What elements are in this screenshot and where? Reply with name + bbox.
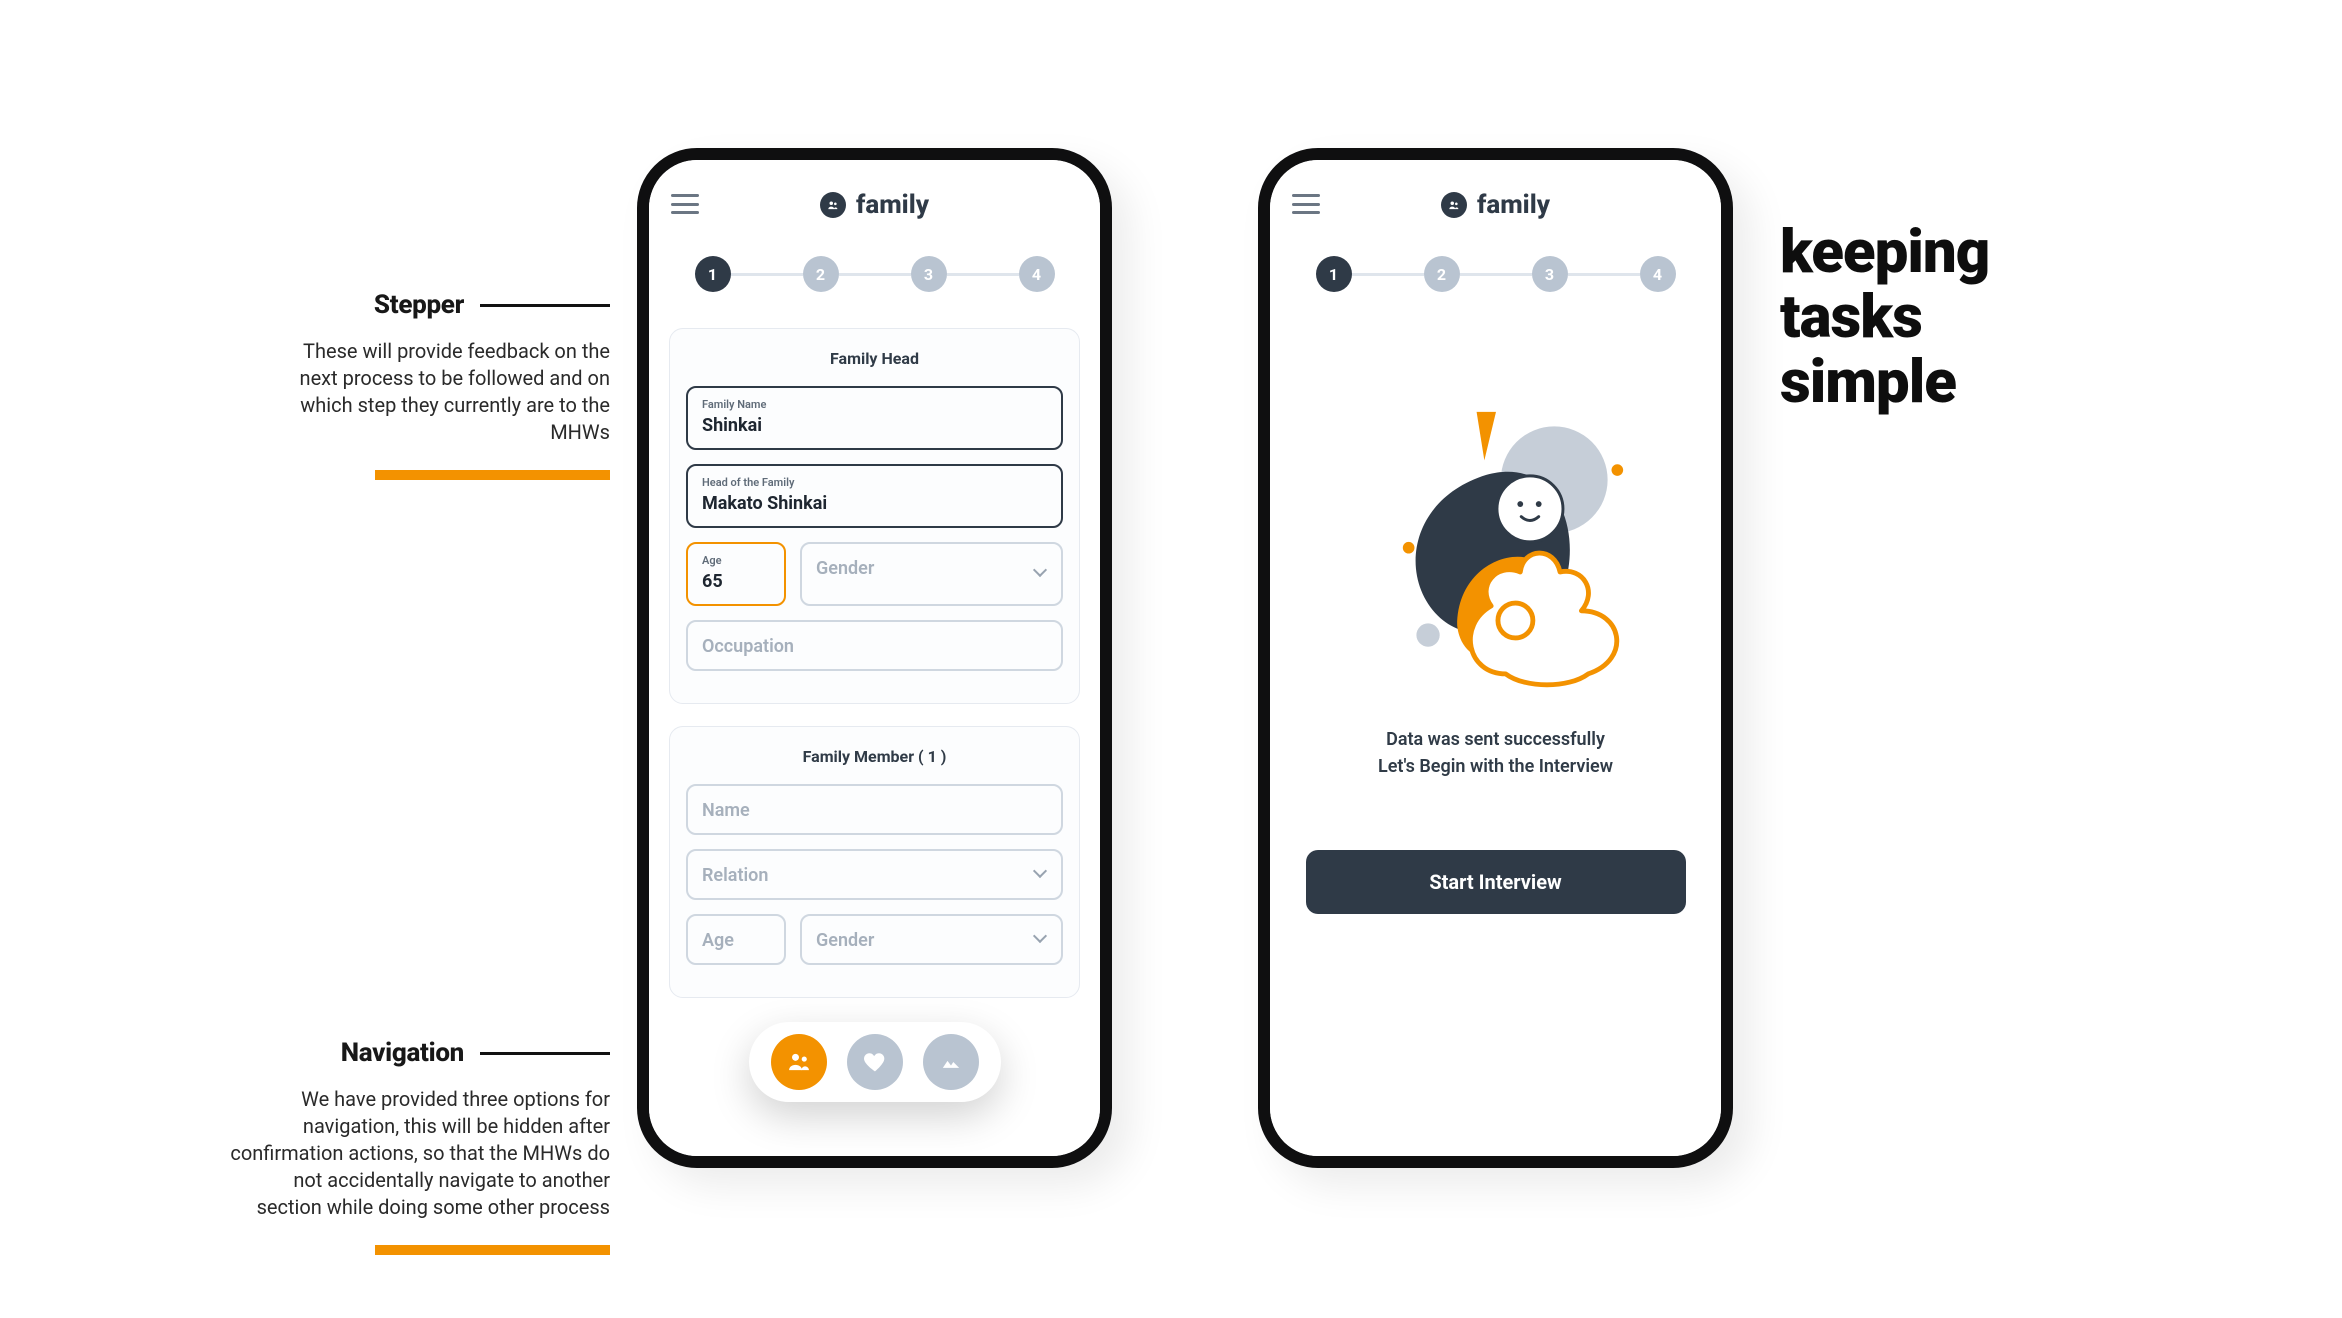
family-name-value: Shinkai [702,415,1047,436]
step-line [1352,273,1424,276]
head-value: Makato Shinkai [702,493,1047,514]
step-line [1568,273,1640,276]
hamburger-icon[interactable] [671,194,699,214]
card-family-head: Family Head Family Name Shinkai Head of … [669,328,1080,704]
stepper: 1 2 3 4 [1270,250,1721,318]
step-line [947,273,1019,276]
card-family-member: Family Member ( 1 ) Name Relation Age Ge… [669,726,1080,998]
screen-form: family 1 2 3 4 Family Head Family Name S… [649,160,1100,1156]
success-content: Data was sent successfully Let's Begin w… [1270,318,1721,1156]
step-1[interactable]: 1 [1316,256,1352,292]
family-name-label: Family Name [702,398,1047,411]
step-4[interactable]: 4 [1640,256,1676,292]
head-label: Head of the Family [702,476,1047,489]
stage: Stepper These will provide feedback on t… [0,0,2342,1318]
app-brand: family [1441,190,1550,220]
step-line [839,273,911,276]
age-label: Age [702,554,770,567]
phone-form: family 1 2 3 4 Family Head Family Name S… [637,148,1112,1168]
member-age-field[interactable]: Age [686,914,786,965]
annotation-rule [480,304,610,307]
chevron-down-icon [1035,868,1049,882]
member-relation-placeholder: Relation [702,865,1047,886]
head-field[interactable]: Head of the Family Makato Shinkai [686,464,1063,528]
heart-icon [861,1048,889,1076]
occupation-placeholder: Occupation [702,636,1047,657]
chevron-down-icon [1035,933,1049,947]
phone-success: family 1 2 3 4 [1258,148,1733,1168]
annotation-rule [480,1052,610,1055]
app-header: family [1270,160,1721,250]
success-text: Data was sent successfully Let's Begin w… [1378,726,1613,780]
step-2[interactable]: 2 [1424,256,1460,292]
page-heading: keeping tasks simple [1780,220,1989,414]
member-gender-select[interactable]: Gender [800,914,1063,965]
step-3[interactable]: 3 [1532,256,1568,292]
age-value: 65 [702,571,770,592]
success-illustration [1331,378,1661,698]
annotation-stepper-body: These will provide feedback on the next … [280,338,610,446]
step-3[interactable]: 3 [911,256,947,292]
start-interview-label: Start Interview [1429,870,1561,894]
step-4[interactable]: 4 [1019,256,1055,292]
member-age-placeholder: Age [702,930,770,951]
nav-family-button[interactable] [771,1034,827,1090]
family-name-field[interactable]: Family Name Shinkai [686,386,1063,450]
annotation-accent-bar [375,1245,610,1255]
gender-placeholder: Gender [816,558,1047,579]
start-interview-button[interactable]: Start Interview [1306,850,1686,914]
family-icon [1441,192,1467,218]
step-2[interactable]: 2 [803,256,839,292]
family-icon [820,192,846,218]
card-title-family-head: Family Head [686,349,1063,368]
floating-nav [749,1022,1001,1102]
step-line [1460,273,1532,276]
success-line1: Data was sent successfully [1378,726,1613,753]
annotation-stepper-title: Stepper [374,290,464,320]
brand-text: family [856,190,929,220]
stepper: 1 2 3 4 [649,250,1100,318]
occupation-field[interactable]: Occupation [686,620,1063,671]
annotation-navigation-body: We have provided three options for navig… [230,1086,610,1221]
gender-select[interactable]: Gender [800,542,1063,606]
card-title-family-member: Family Member ( 1 ) [686,747,1063,766]
annotation-accent-bar [375,470,610,480]
nav-health-button[interactable] [847,1034,903,1090]
annotation-stepper: Stepper These will provide feedback on t… [280,290,610,480]
people-icon [785,1048,813,1076]
app-header: family [649,160,1100,250]
app-brand: family [820,190,929,220]
age-field[interactable]: Age 65 [686,542,786,606]
chevron-down-icon [1035,567,1049,581]
brand-text: family [1477,190,1550,220]
step-line [731,273,803,276]
member-name-field[interactable]: Name [686,784,1063,835]
step-1[interactable]: 1 [695,256,731,292]
member-relation-select[interactable]: Relation [686,849,1063,900]
screen-success: family 1 2 3 4 [1270,160,1721,1156]
nav-environment-button[interactable] [923,1034,979,1090]
annotation-navigation-title: Navigation [341,1038,464,1068]
success-line2: Let's Begin with the Interview [1378,753,1613,780]
member-gender-placeholder: Gender [816,930,1047,951]
member-name-placeholder: Name [702,800,1047,821]
hamburger-icon[interactable] [1292,194,1320,214]
mountain-icon [937,1048,965,1076]
annotation-navigation: Navigation We have provided three option… [230,1038,610,1255]
